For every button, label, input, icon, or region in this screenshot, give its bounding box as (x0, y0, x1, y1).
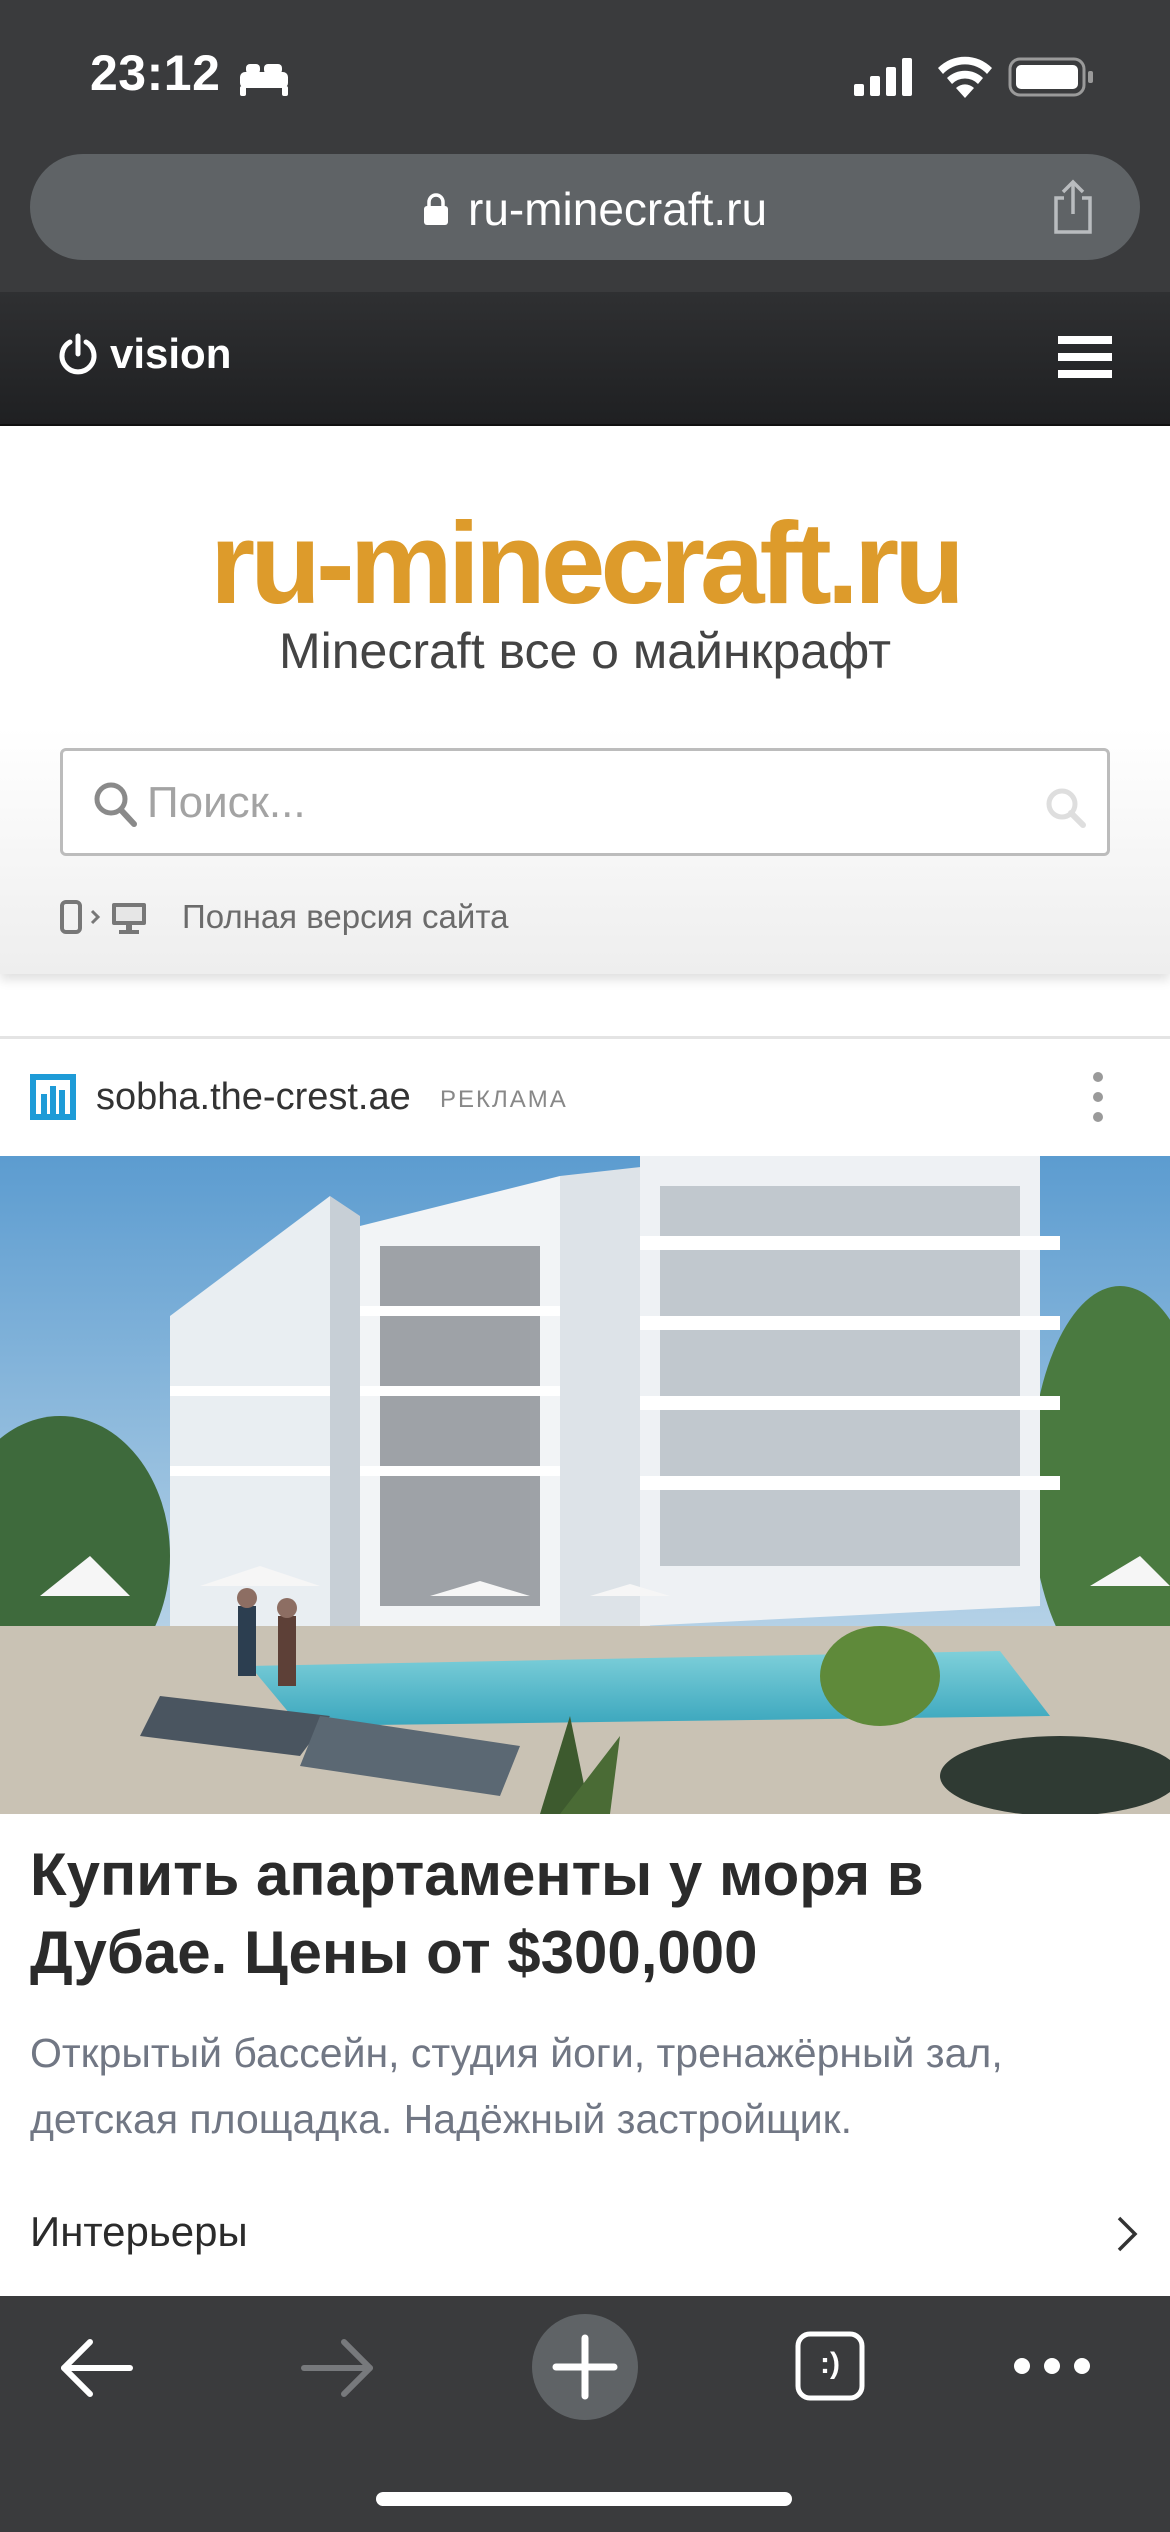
chevron-right-icon (1117, 2216, 1138, 2252)
full-version-link[interactable]: Полная версия сайта (58, 894, 658, 940)
ad-description[interactable]: Открытый бассейн, студия йоги, тренажёрн… (30, 2020, 1150, 2152)
search-box[interactable] (60, 748, 1110, 856)
browser-toolbar: ru-minecraft.ru (0, 150, 1170, 292)
full-version-label[interactable]: Полная версия сайта (182, 898, 508, 936)
site-navbar: vision (0, 292, 1170, 426)
url-text[interactable]: ru-minecraft.ru (468, 182, 767, 236)
ad-sitelink[interactable]: Интерьеры (0, 2196, 1170, 2296)
advertiser-logo-icon (30, 1074, 76, 1120)
battery-icon (1008, 57, 1093, 97)
section-divider (0, 1036, 1170, 1039)
search-input[interactable] (147, 775, 947, 831)
nav-brand[interactable]: vision (110, 330, 231, 378)
sleep-mode-icon (240, 64, 288, 96)
mobile-to-desktop-icon (60, 900, 146, 934)
share-icon[interactable] (1046, 178, 1100, 236)
plus-icon (552, 2334, 618, 2400)
tabs-count: :) (820, 2347, 840, 2380)
wifi-icon (938, 56, 992, 98)
status-bar: 23:12 (0, 0, 1170, 150)
site-tagline: Minecraft все о майнкрафт (278, 623, 892, 679)
lock-icon (424, 193, 448, 225)
cellular-signal-icon (854, 58, 912, 96)
more-vertical-icon[interactable] (1090, 1070, 1106, 1124)
ad-title[interactable]: Купить апартаменты у моря в Дубае. Цены … (30, 1836, 1130, 1992)
search-icon (94, 782, 137, 827)
more-horizontal-icon[interactable] (1012, 2354, 1092, 2378)
ad-domain[interactable]: sobha.the-crest.ae (96, 1076, 411, 1119)
back-arrow-icon[interactable] (58, 2336, 134, 2400)
site-header: ru-minecraft.ru Minecraft все о майнкраф… (0, 426, 1170, 974)
new-tab-button[interactable] (532, 2314, 638, 2420)
home-indicator[interactable] (376, 2492, 792, 2506)
search-submit-icon[interactable] (1043, 785, 1087, 829)
ad-image[interactable] (0, 1156, 1170, 1814)
ad-label: РЕКЛАМА (440, 1086, 568, 1113)
power-icon[interactable] (58, 332, 98, 376)
forward-arrow-icon[interactable] (300, 2336, 376, 2400)
address-bar[interactable]: ru-minecraft.ru (30, 154, 1140, 260)
site-logo[interactable]: ru-minecraft.ru (0, 496, 1170, 630)
tabs-button[interactable]: :) (794, 2330, 866, 2402)
ad-header: sobha.the-crest.ae РЕКЛАМА (0, 1040, 1170, 1156)
status-time: 23:12 (90, 45, 221, 101)
hamburger-menu-icon[interactable] (1058, 332, 1112, 382)
ad-sitelink-label[interactable]: Интерьеры (30, 2208, 248, 2256)
